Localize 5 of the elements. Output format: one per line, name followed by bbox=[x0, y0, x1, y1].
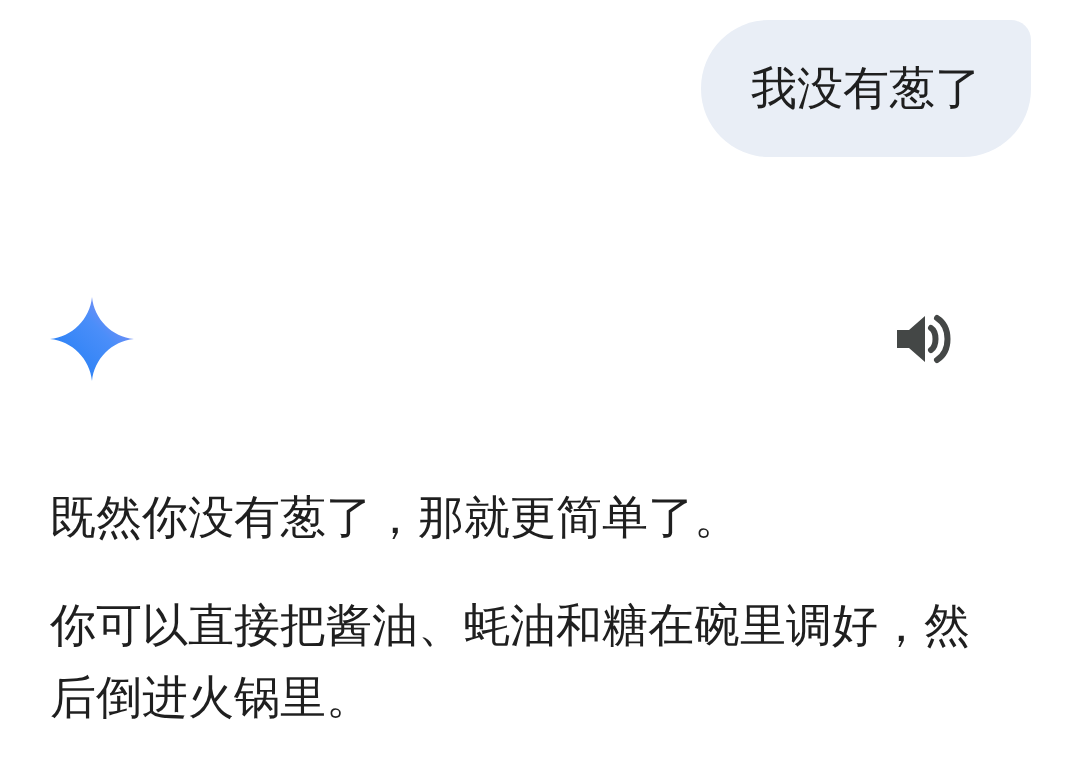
user-message: 我没有葱了 bbox=[701, 20, 1031, 157]
sparkle-icon bbox=[50, 297, 134, 381]
speaker-icon[interactable] bbox=[895, 313, 951, 365]
reply-paragraph: 既然你没有葱了，那就更简单了。 bbox=[50, 489, 741, 546]
reply-paragraph: 你可以直接把酱油、蚝油和糖在碗里调好，然后倒进火锅里。 bbox=[50, 597, 971, 726]
